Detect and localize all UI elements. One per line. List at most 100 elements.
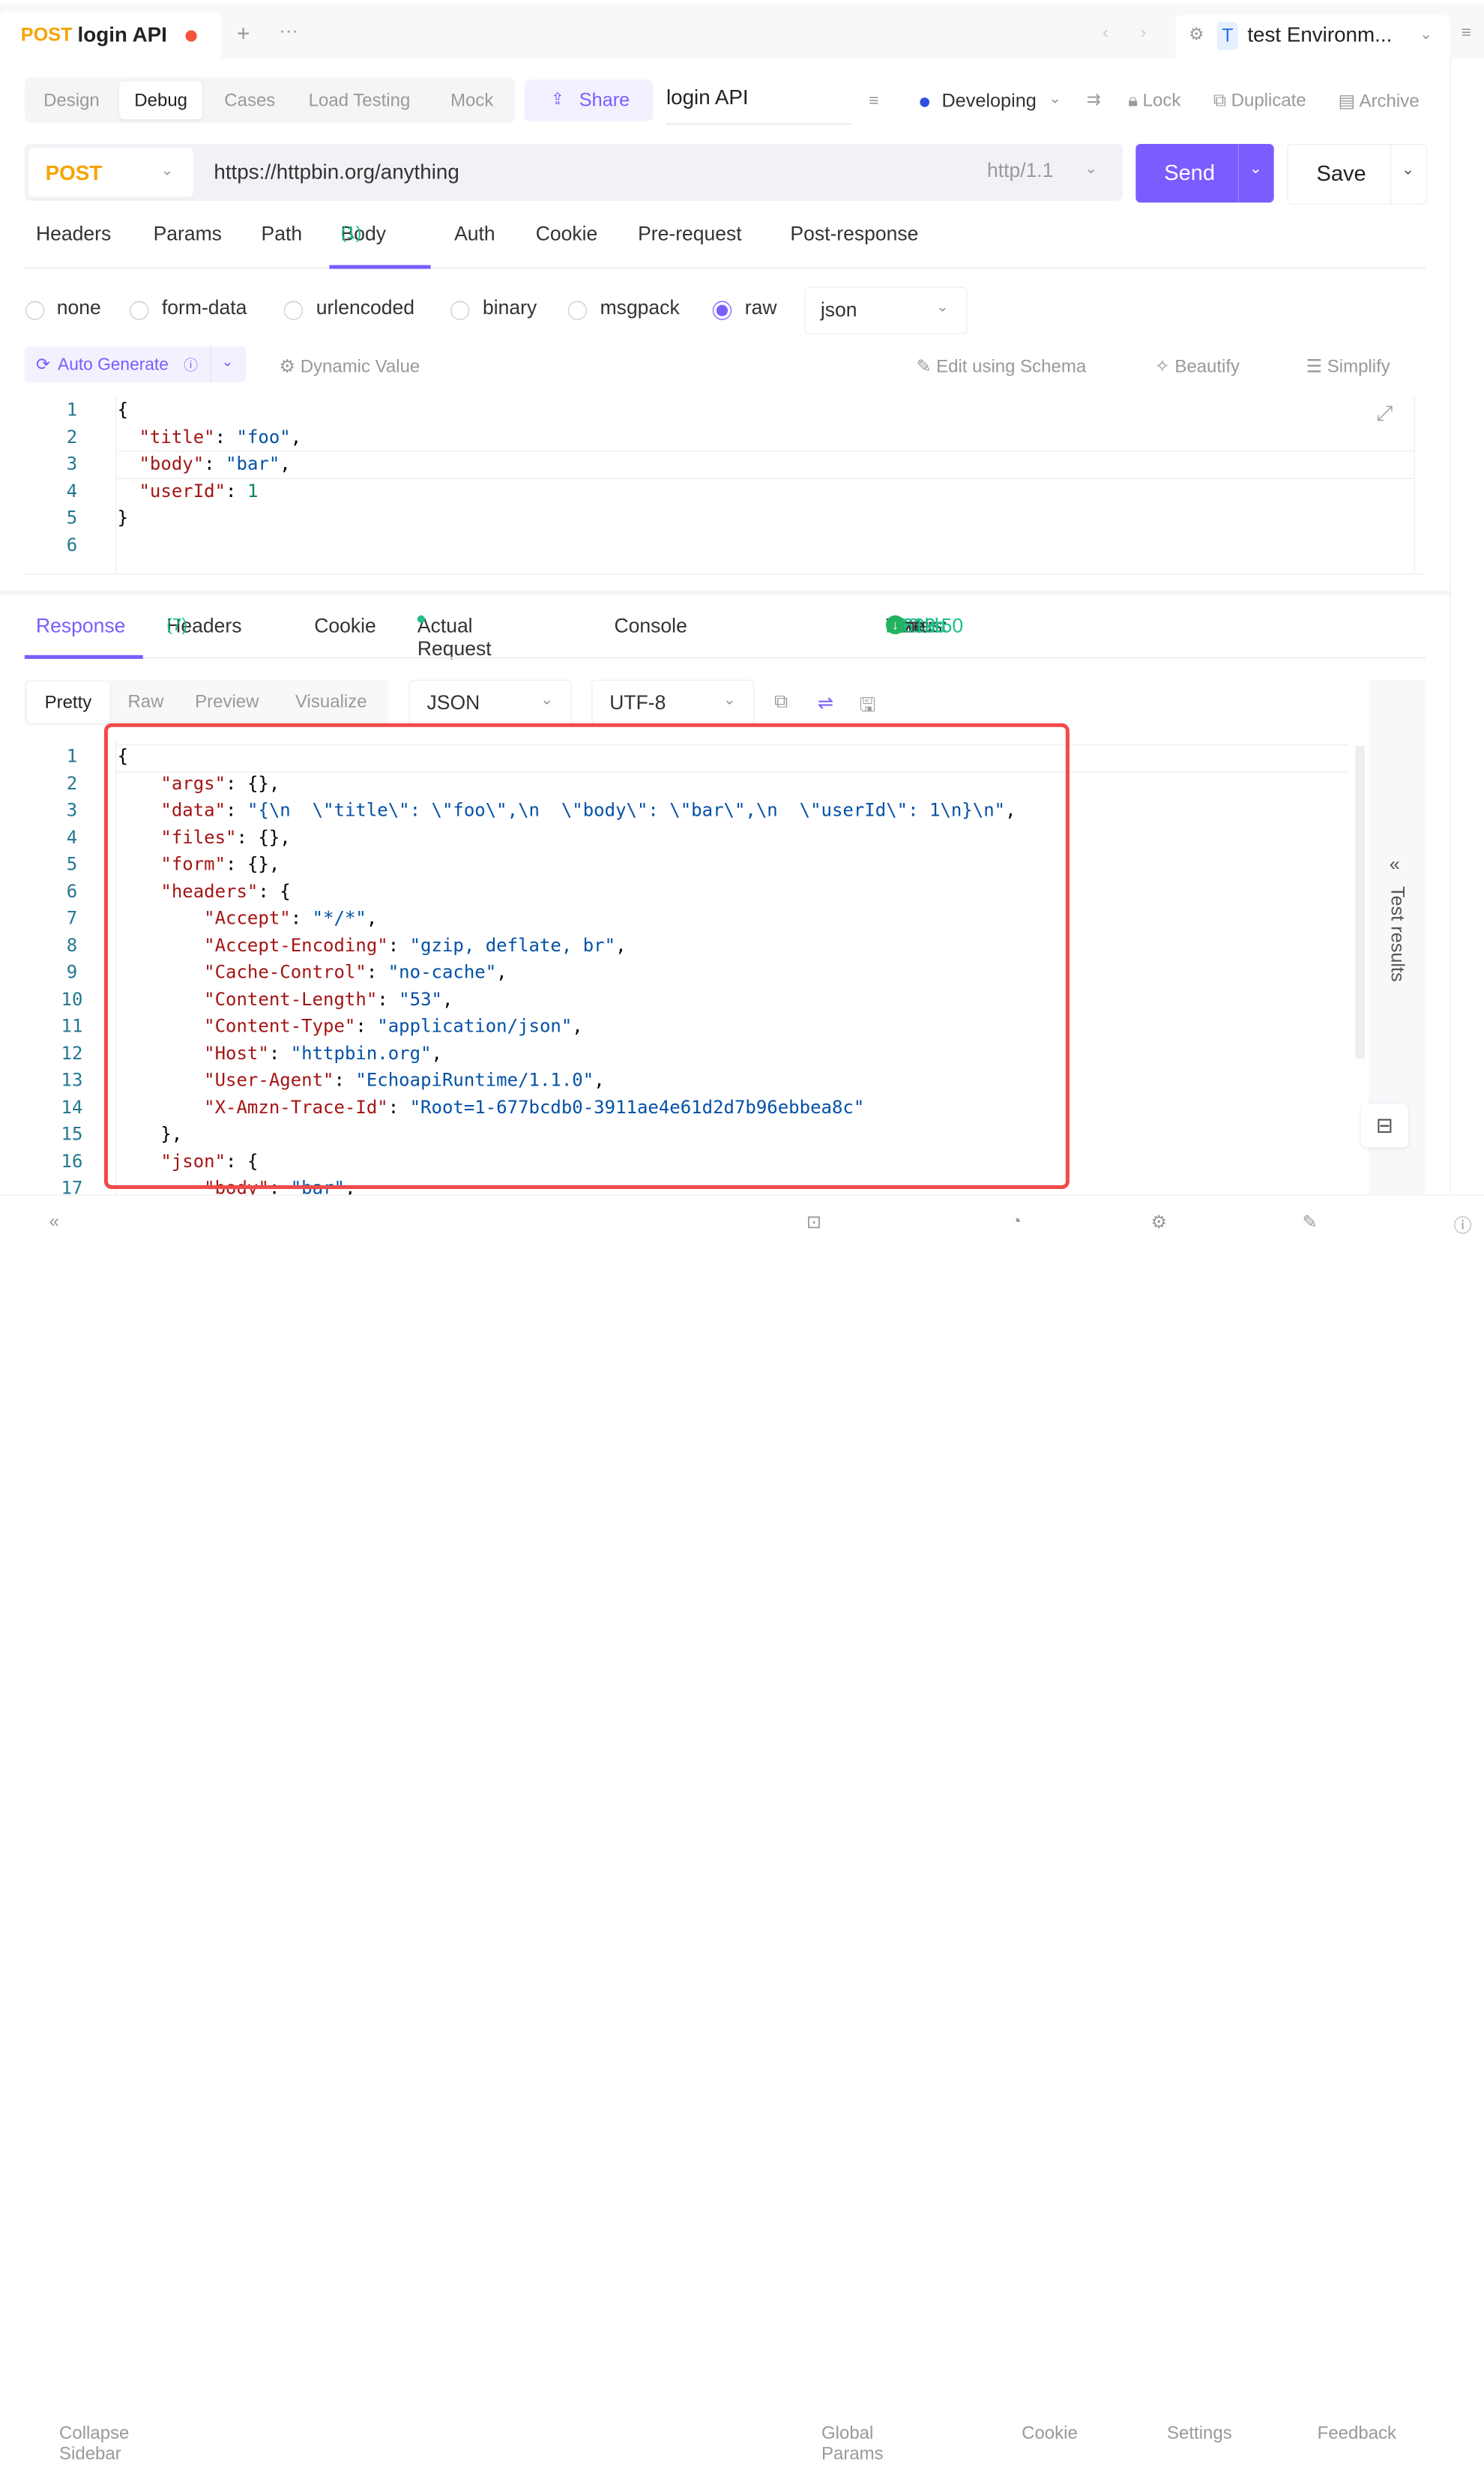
auto-generate-button[interactable]: ⟳ Auto Generate ⓘ ⌄ <box>24 346 247 383</box>
expand-icon[interactable]: ⤢ <box>1376 401 1393 426</box>
radio-raw[interactable] <box>712 301 732 320</box>
divider <box>1237 143 1239 203</box>
tab-prev-icon[interactable]: ‹ <box>1103 22 1109 43</box>
cookie-button[interactable]: ◔ Cookie <box>1011 1212 1078 2443</box>
layout-icon[interactable]: ⊟ <box>1360 1104 1408 1148</box>
radio-urlencoded[interactable] <box>283 301 304 320</box>
raw-format-select[interactable]: json ⌄ <box>804 286 968 334</box>
save-response-icon[interactable]: 🖫 <box>860 691 876 723</box>
method-select[interactable]: POST ⌄ <box>28 147 193 197</box>
move-icon[interactable]: ⇉ <box>1087 90 1101 110</box>
app-window: POST login API + ··· ‹ › ⚙ T test Enviro… <box>0 0 1484 2464</box>
pane-splitter[interactable] <box>0 590 1450 595</box>
protocol-select[interactable]: http/1.1 <box>987 160 1053 182</box>
test-results-panel[interactable]: « Test results ⊟ <box>1360 679 1426 1195</box>
chevron-down-icon[interactable]: ⌄ <box>221 353 233 370</box>
mode-mock[interactable]: Mock <box>450 78 493 124</box>
archive-button[interactable]: ▤ Archive <box>1339 91 1420 112</box>
expand-left-icon[interactable]: « <box>1390 854 1400 876</box>
more-icon[interactable]: ··· <box>280 21 298 43</box>
tab-cookie[interactable]: Cookie <box>536 223 598 246</box>
request-body-editor[interactable]: 1 {2 "title": "foo", 3 "body": "bar", 4 "us… <box>24 395 1426 575</box>
mode-debug[interactable]: Debug <box>119 81 203 120</box>
global-params-button[interactable]: ⊡ Global Params <box>806 1212 884 2464</box>
chevron-down-icon: ⌄ <box>935 299 949 316</box>
tab-headers[interactable]: Headers <box>36 223 111 246</box>
copy-icon[interactable]: ⧉ <box>774 691 788 713</box>
mode-switch: Design Debug Cases Load Testing Mock <box>24 77 515 124</box>
chevron-down-icon: ⌄ <box>540 692 553 708</box>
edit-description-icon[interactable]: ≡ <box>869 91 878 111</box>
share-button[interactable]: ⇪ Share <box>524 79 654 121</box>
wrap-lines-icon[interactable]: ⇌ <box>818 691 833 715</box>
scrollbar-track[interactable] <box>1414 395 1415 574</box>
cookie-label: Cookie <box>1022 2423 1078 2444</box>
tab-next-icon[interactable]: › <box>1141 22 1147 43</box>
help-icon[interactable]: ⓘ <box>1454 1212 1472 1237</box>
url-input[interactable]: https://httpbin.org/anything <box>214 160 459 184</box>
mode-cases[interactable]: Cases <box>224 78 275 124</box>
view-pretty[interactable]: Pretty <box>26 681 110 723</box>
line-number: 6 <box>66 880 78 902</box>
tab-title: login API <box>77 22 167 46</box>
mode-load-testing[interactable]: Load Testing <box>309 78 411 124</box>
chevron-down-icon: ⌄ <box>1420 26 1433 43</box>
radio-msgpack[interactable] <box>567 301 587 320</box>
save-button[interactable]: Save ⌄ <box>1287 143 1428 205</box>
tab-path[interactable]: Path <box>262 223 303 246</box>
tab-post-response[interactable]: Post-response <box>790 223 918 246</box>
tab-response-cookie[interactable]: Cookie <box>314 616 376 638</box>
tab-auth[interactable]: Auth <box>454 223 495 246</box>
collapse-sidebar-button[interactable]: « Collapse Sidebar <box>49 1212 130 2464</box>
line-number: 4 <box>66 480 78 502</box>
beautify-button[interactable]: ✧ Beautify <box>1155 356 1240 378</box>
radio-none[interactable] <box>25 301 45 320</box>
line-number: 4 <box>66 827 78 848</box>
scrollbar-thumb[interactable] <box>1355 746 1365 1059</box>
status-dot <box>920 97 930 107</box>
divider <box>210 346 211 383</box>
line-number: 14 <box>61 1096 83 1118</box>
send-options-icon[interactable]: ⌄ <box>1249 159 1262 178</box>
status-select[interactable]: Developing <box>941 91 1036 112</box>
tab-response[interactable]: Response <box>36 616 125 638</box>
view-preview[interactable]: Preview <box>195 692 259 713</box>
view-raw[interactable]: Raw <box>127 692 163 713</box>
env-name: test Environm... <box>1247 22 1393 46</box>
download-icon[interactable]: ↓ <box>885 615 905 635</box>
help-icon[interactable]: ⓘ <box>184 355 198 376</box>
edit-schema-button[interactable]: ✎ Edit using Schema <box>916 356 1086 378</box>
line-number: 2 <box>66 773 78 794</box>
api-name-input[interactable]: login API <box>666 85 852 125</box>
encoding-select[interactable]: UTF-8 ⌄ <box>591 679 755 726</box>
send-button[interactable]: Send ⌄ <box>1135 143 1274 203</box>
duplicate-button[interactable]: ⧉ Duplicate <box>1213 91 1306 112</box>
line-number: 5 <box>66 507 78 529</box>
code-line: "userId": 1 <box>139 480 259 502</box>
tab-pre-request[interactable]: Pre-request <box>638 223 742 246</box>
radio-form-data[interactable] <box>129 301 149 320</box>
save-options-icon[interactable]: ⌄ <box>1402 160 1414 178</box>
response-format-label: JSON <box>426 692 480 714</box>
new-tab-icon[interactable]: + <box>237 21 250 47</box>
share-label: Share <box>579 89 630 111</box>
radio-binary[interactable] <box>450 301 470 320</box>
tab-console[interactable]: Console <box>615 616 687 638</box>
lock-button[interactable]: 🔒︎ Lock <box>1128 91 1180 112</box>
code-line: "body": "bar", <box>139 453 291 475</box>
line-number: 12 <box>61 1042 83 1064</box>
test-results-label: Test results <box>1386 885 1408 982</box>
view-visualize[interactable]: Visualize <box>295 692 367 713</box>
tab-login-api[interactable]: POST login API <box>0 11 222 59</box>
mode-design[interactable]: Design <box>43 78 100 124</box>
response-format-select[interactable]: JSON ⌄ <box>408 679 572 726</box>
settings-button[interactable]: ⚙ Settings <box>1151 1212 1232 2444</box>
menu-icon[interactable]: ≡ <box>1462 22 1471 43</box>
line-number: 16 <box>61 1150 83 1172</box>
gutter-divider <box>115 395 117 574</box>
tab-params[interactable]: Params <box>154 223 222 246</box>
simplify-button[interactable]: ☰ Simplify <box>1306 356 1390 378</box>
dynamic-value-button[interactable]: ⚙ Dynamic Value <box>280 356 420 378</box>
feedback-button[interactable]: ✎ Feedback <box>1303 1212 1396 2444</box>
environment-select[interactable]: ⚙ T test Environm... ⌄ <box>1175 15 1450 59</box>
